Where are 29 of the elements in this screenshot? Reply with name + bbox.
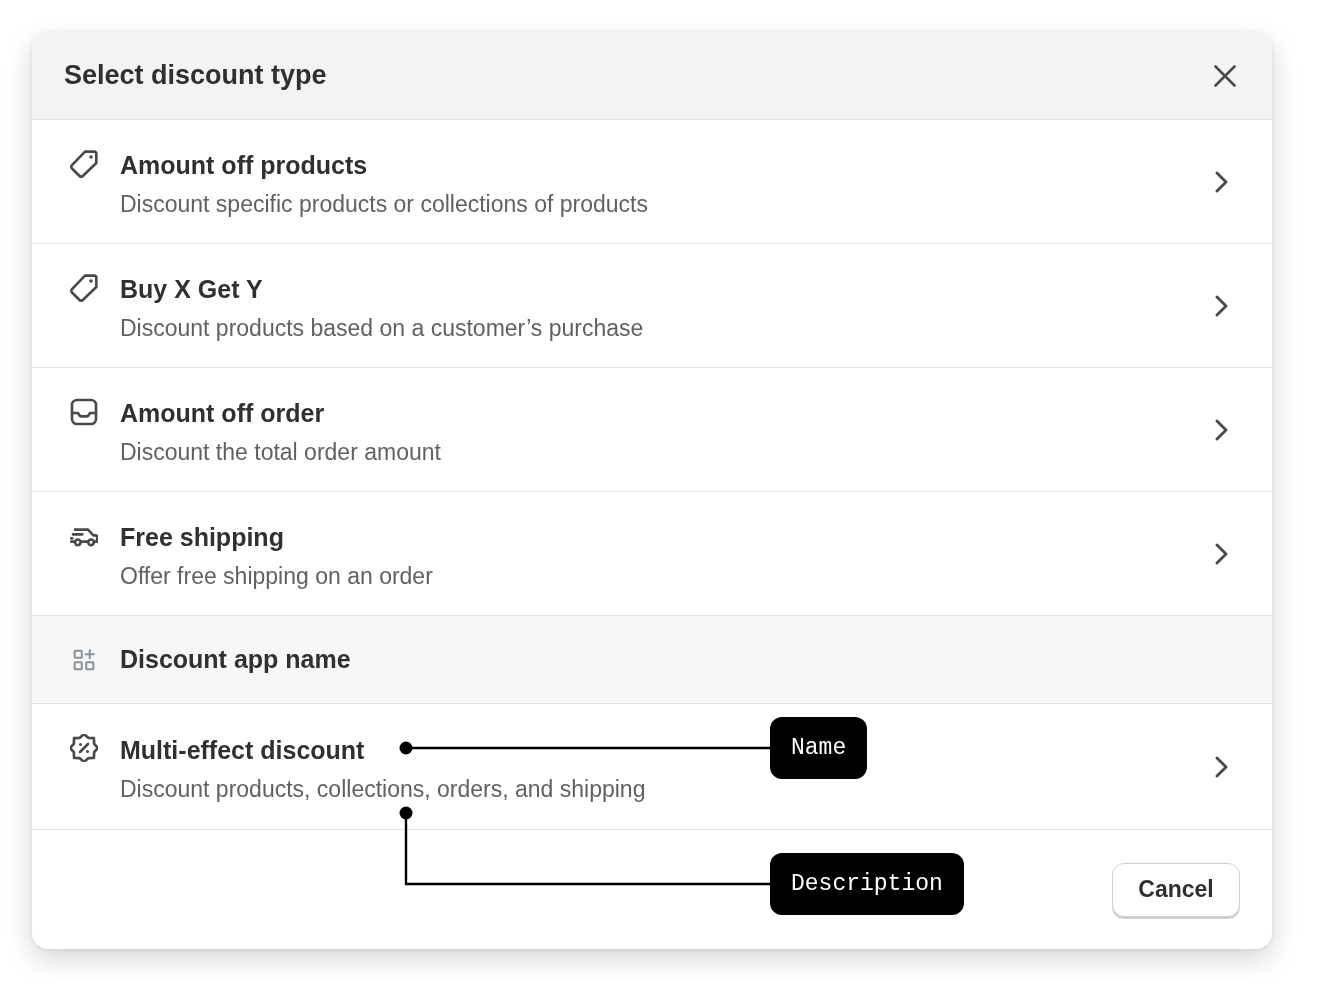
- option-title: Multi-effect discount: [120, 735, 365, 766]
- option-description: Offer free shipping on an order: [120, 562, 433, 591]
- callout-label: Description: [770, 853, 964, 915]
- chevron-right-icon: [1215, 294, 1228, 317]
- option-title: Amount off order: [120, 398, 325, 429]
- chevron-right-icon: [1215, 755, 1228, 778]
- tray-icon: [70, 398, 98, 426]
- discount-option-row[interactable]: Amount off products Discount specific products or collections of products: [32, 120, 1272, 244]
- discount-option-row[interactable]: Amount off order Discount the total order amount: [32, 368, 1272, 492]
- dialog-title: Select discount type: [64, 60, 327, 91]
- percent-badge-icon: [70, 734, 98, 762]
- chevron-right-icon: [1215, 542, 1228, 565]
- close-icon: [1214, 64, 1236, 87]
- callout-label: Name: [770, 717, 868, 779]
- option-description: Discount products, collections, orders, and shipping: [120, 775, 646, 804]
- option-description: Discount specific products or collections of products: [120, 190, 648, 219]
- cancel-button[interactable]: Cancel: [1112, 862, 1240, 917]
- tag-icon: [70, 274, 98, 302]
- apps-grid-icon: [73, 648, 95, 671]
- option-description: Discount the total order amount: [120, 438, 441, 467]
- chevron-right-icon: [1215, 170, 1228, 193]
- chevron-right-icon: [1215, 418, 1228, 441]
- discount-option-row[interactable]: Buy X Get Y Discount products based on a customer’s purchase: [32, 244, 1272, 368]
- section-title: Discount app name: [120, 645, 351, 674]
- option-title: Amount off products: [120, 150, 368, 181]
- option-title: Buy X Get Y: [120, 274, 263, 305]
- option-title: Free shipping: [120, 522, 284, 553]
- tag-icon: [70, 150, 98, 178]
- option-description: Discount products based on a customer’s purchase: [120, 314, 644, 343]
